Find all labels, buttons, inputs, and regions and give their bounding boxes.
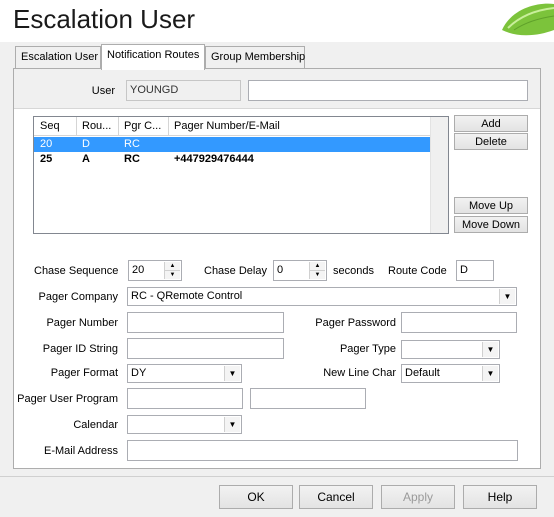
chevron-down-icon[interactable]: ▼ bbox=[482, 342, 498, 357]
chase-delay-label: Chase Delay bbox=[204, 265, 267, 277]
pager-format-select[interactable]: DY ▼ bbox=[127, 364, 242, 383]
chase-sequence-stepper[interactable]: 20 ▲ ▼ bbox=[128, 260, 182, 281]
ok-button[interactable]: OK bbox=[219, 485, 293, 509]
pager-user-program-label: Pager User Program bbox=[17, 393, 118, 405]
chevron-down-icon[interactable]: ▼ bbox=[224, 366, 240, 381]
new-line-char-value: Default bbox=[405, 367, 440, 379]
routes-list[interactable]: Seq Rou... Pgr C... Pager Number/E-Mail … bbox=[33, 116, 449, 234]
user-field: YOUNGD bbox=[126, 80, 241, 101]
routes-list-scrollbar[interactable] bbox=[430, 117, 448, 233]
pager-company-label: Pager Company bbox=[38, 291, 119, 303]
pager-format-label: Pager Format bbox=[50, 367, 118, 379]
apply-button[interactable]: Apply bbox=[381, 485, 455, 509]
calendar-select[interactable]: ▼ bbox=[127, 415, 242, 434]
new-line-char-label: New Line Char bbox=[323, 367, 396, 379]
pager-user-program-args-field[interactable] bbox=[250, 388, 366, 409]
chase-sequence-spin-icon[interactable]: ▲ ▼ bbox=[164, 262, 180, 279]
routes-list-header: Seq Rou... Pgr C... Pager Number/E-Mail bbox=[34, 117, 432, 136]
chase-sequence-label: Chase Sequence bbox=[34, 265, 119, 277]
email-field[interactable] bbox=[127, 440, 518, 461]
dialog-button-separator bbox=[0, 476, 554, 477]
new-line-char-select[interactable]: Default ▼ bbox=[401, 364, 500, 383]
pager-company-value: RC - QRemote Control bbox=[131, 290, 243, 302]
chase-delay-value: 0 bbox=[277, 264, 284, 276]
chevron-down-icon[interactable]: ▼ bbox=[499, 289, 515, 304]
user-extra-field[interactable] bbox=[248, 80, 528, 101]
user-label: User bbox=[91, 85, 115, 97]
chevron-down-icon[interactable]: ▼ bbox=[482, 366, 498, 381]
tab-group-membership[interactable]: Group Membership bbox=[205, 46, 305, 68]
pager-password-field[interactable] bbox=[401, 312, 517, 333]
pager-number-field[interactable] bbox=[127, 312, 284, 333]
chase-sequence-value: 20 bbox=[132, 264, 145, 276]
email-address-label: E-Mail Address bbox=[44, 445, 118, 457]
column-header-pager-number[interactable]: Pager Number/E-Mail bbox=[174, 120, 280, 132]
window-title: Escalation User bbox=[13, 4, 196, 34]
pager-format-value: DY bbox=[131, 367, 147, 379]
move-up-button[interactable]: Move Up bbox=[454, 197, 528, 214]
pager-password-label: Pager Password bbox=[315, 317, 396, 329]
chase-delay-unit: seconds bbox=[333, 265, 374, 277]
pager-type-select[interactable]: ▼ bbox=[401, 340, 500, 359]
column-header-route[interactable]: Rou... bbox=[82, 120, 111, 132]
pager-id-string-label: Pager ID String bbox=[42, 343, 118, 355]
add-button[interactable]: Add bbox=[454, 115, 528, 132]
chase-delay-spin-icon[interactable]: ▲ ▼ bbox=[309, 262, 325, 279]
route-code-field[interactable]: D bbox=[456, 260, 494, 281]
move-down-button[interactable]: Move Down bbox=[454, 216, 528, 233]
calendar-label: Calendar bbox=[73, 419, 118, 431]
column-header-pgr[interactable]: Pgr C... bbox=[124, 120, 161, 132]
tab-escalation-user[interactable]: Escalation User bbox=[15, 46, 101, 68]
delete-button[interactable]: Delete bbox=[454, 133, 528, 150]
pager-number-label: Pager Number bbox=[46, 317, 118, 329]
table-row[interactable]: 20 D RC bbox=[34, 137, 434, 152]
column-header-seq[interactable]: Seq bbox=[40, 120, 60, 132]
table-row[interactable]: 25 A RC +447929476444 bbox=[34, 152, 434, 167]
pager-type-label: Pager Type bbox=[339, 343, 396, 355]
pager-company-select[interactable]: RC - QRemote Control ▼ bbox=[127, 287, 517, 306]
help-button[interactable]: Help bbox=[463, 485, 537, 509]
tab-notification-routes[interactable]: Notification Routes bbox=[101, 44, 205, 70]
chevron-down-icon[interactable]: ▼ bbox=[224, 417, 240, 432]
pager-id-string-field[interactable] bbox=[127, 338, 284, 359]
leaf-logo-icon bbox=[502, 3, 554, 36]
pager-user-program-field[interactable] bbox=[127, 388, 243, 409]
cancel-button[interactable]: Cancel bbox=[299, 485, 373, 509]
chase-delay-stepper[interactable]: 0 ▲ ▼ bbox=[273, 260, 327, 281]
route-code-label: Route Code bbox=[388, 265, 447, 277]
